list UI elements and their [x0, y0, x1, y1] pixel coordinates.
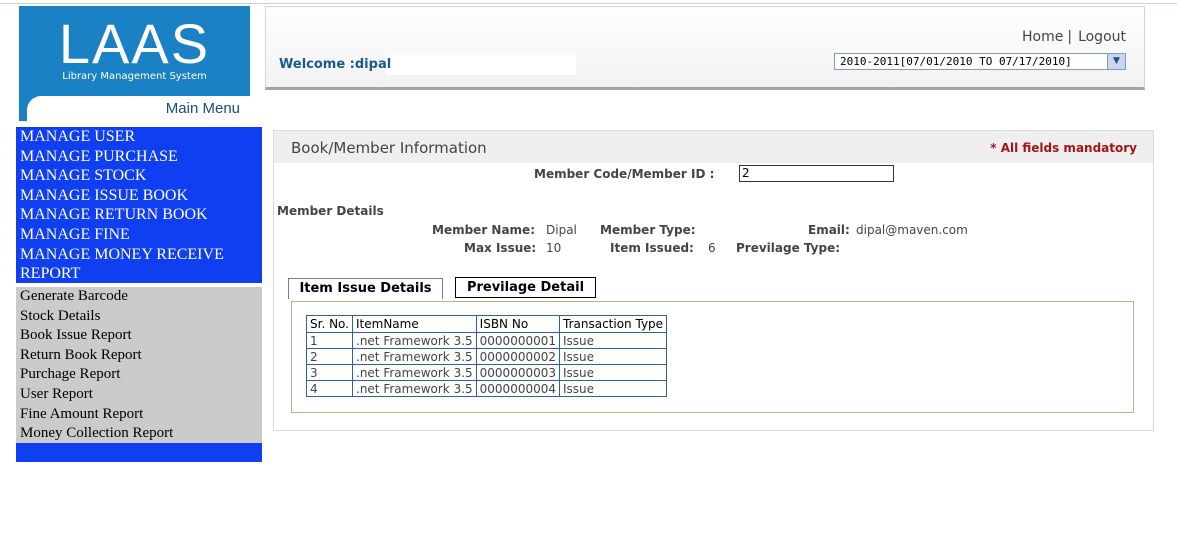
item-issued-value: 6 — [708, 241, 716, 255]
max-issue-label: Max Issue: — [464, 241, 537, 255]
table-row: 2 .net Framework 3.5 0000000002 Issue — [306, 348, 668, 365]
logout-link[interactable]: Logout — [1078, 29, 1126, 45]
app-logo: LAAS Library Management System Main Menu — [19, 6, 250, 121]
item-issue-grid: Sr. No. ItemName ISBN No Transaction Typ… — [291, 301, 1134, 413]
item-issued-label: Item Issued: — [610, 241, 694, 255]
table-cell: 2 — [306, 348, 353, 365]
menu-item-money-collection-report[interactable]: Money Collection Report — [16, 424, 262, 444]
table-cell: 0000000004 — [475, 380, 561, 397]
table-row: 1 .net Framework 3.5 0000000001 Issue — [306, 332, 668, 349]
panel-title: Book/Member Information — [291, 139, 487, 157]
menu-item-manage-user[interactable]: MANAGE USER — [16, 127, 262, 147]
logo-subtitle: Library Management System — [62, 71, 207, 82]
email-value: dipal@maven.com — [856, 223, 968, 237]
logo-text: LAAS — [58, 12, 211, 75]
welcome-box — [386, 55, 576, 75]
menu-item-user-report[interactable]: User Report — [16, 385, 262, 405]
menu-item-return-book-report[interactable]: Return Book Report — [16, 346, 262, 366]
menu-footer — [16, 443, 262, 462]
top-divider — [0, 3, 1177, 4]
main-menu-label: Main Menu — [165, 100, 240, 117]
table-cell: 1 — [306, 332, 353, 349]
menu-item-generate-barcode[interactable]: Generate Barcode — [16, 287, 262, 307]
tab-item-issue-details[interactable]: Item Issue Details — [288, 278, 443, 299]
chevron-down-icon[interactable]: ▼ — [1107, 54, 1125, 69]
member-type-label: Member Type: — [600, 223, 696, 237]
table-cell: .net Framework 3.5 — [352, 380, 477, 397]
tab-previlage-detail[interactable]: Previlage Detail — [455, 277, 596, 298]
session-select[interactable]: 2010-2011[07/01/2010 TO 07/17/2010] ▼ — [834, 53, 1126, 70]
menu-item-manage-return-book[interactable]: MANAGE RETURN BOOK — [16, 205, 262, 225]
member-code-label: Member Code/Member ID : — [534, 167, 715, 181]
table-cell: 4 — [306, 380, 353, 397]
table-cell: .net Framework 3.5 — [352, 364, 477, 381]
column-header-sr-no: Sr. No. — [306, 315, 353, 333]
table-row: 4 .net Framework 3.5 0000000004 Issue — [306, 380, 668, 397]
table-cell: 0000000003 — [475, 364, 561, 381]
menu-item-manage-money-receive[interactable]: MANAGE MONEY RECEIVE — [16, 245, 262, 265]
menu-item-book-issue-report[interactable]: Book Issue Report — [16, 326, 262, 346]
previlage-type-label: Previlage Type: — [736, 241, 841, 255]
table-cell: Issue — [559, 364, 668, 381]
table-row: 3 .net Framework 3.5 0000000003 Issue — [306, 364, 668, 381]
welcome-text: Welcome :dipal — [279, 57, 392, 72]
menu-item-report[interactable]: REPORT — [16, 264, 262, 284]
session-value: 2010-2011[07/01/2010 TO 07/17/2010] — [840, 55, 1072, 68]
table-cell: Issue — [559, 380, 668, 397]
table-cell: .net Framework 3.5 — [352, 348, 477, 365]
table-cell: 3 — [306, 364, 353, 381]
main-menu-tab: Main Menu — [27, 96, 250, 121]
column-header-item-name: ItemName — [352, 315, 477, 333]
mandatory-note: * All fields mandatory — [990, 141, 1137, 155]
member-name-label: Member Name: — [432, 223, 535, 237]
table-cell: .net Framework 3.5 — [352, 332, 477, 349]
table-cell: Issue — [559, 348, 668, 365]
top-links: Home | Logout — [1022, 29, 1126, 45]
manage-menu: MANAGE USER MANAGE PURCHASE MANAGE STOCK… — [16, 127, 262, 283]
item-issue-table: Sr. No. ItemName ISBN No Transaction Typ… — [306, 315, 668, 397]
member-details-heading: Member Details — [277, 204, 384, 218]
menu-item-fine-amount-report[interactable]: Fine Amount Report — [16, 405, 262, 425]
table-cell: 0000000002 — [475, 348, 561, 365]
page-header: Welcome :dipal Home | Logout 2010-2011[07/… — [265, 6, 1145, 90]
book-member-panel: Book/Member Information * All fields man… — [273, 130, 1154, 431]
menu-item-purchage-report[interactable]: Purchage Report — [16, 365, 262, 385]
menu-item-manage-purchase[interactable]: MANAGE PURCHASE — [16, 147, 262, 167]
menu-item-manage-issue-book[interactable]: MANAGE ISSUE BOOK — [16, 186, 262, 206]
table-cell: Issue — [559, 332, 668, 349]
table-header-row: Sr. No. ItemName ISBN No Transaction Typ… — [306, 315, 668, 333]
table-cell: 0000000001 — [475, 332, 561, 349]
panel-header: Book/Member Information * All fields man… — [274, 131, 1153, 163]
menu-item-stock-details[interactable]: Stock Details — [16, 307, 262, 327]
column-header-transaction-type: Transaction Type — [559, 315, 668, 333]
max-issue-value: 10 — [546, 241, 562, 255]
email-label: Email: — [808, 223, 850, 237]
member-name-value: Dipal — [546, 223, 577, 237]
column-header-isbn-no: ISBN No — [475, 315, 561, 333]
member-code-input[interactable]: 2 — [739, 165, 894, 182]
report-menu: Generate Barcode Stock Details Book Issu… — [16, 287, 262, 443]
menu-item-manage-stock[interactable]: MANAGE STOCK — [16, 166, 262, 186]
menu-item-manage-fine[interactable]: MANAGE FINE — [16, 225, 262, 245]
home-link[interactable]: Home — [1022, 29, 1063, 45]
link-separator: | — [1067, 29, 1073, 45]
